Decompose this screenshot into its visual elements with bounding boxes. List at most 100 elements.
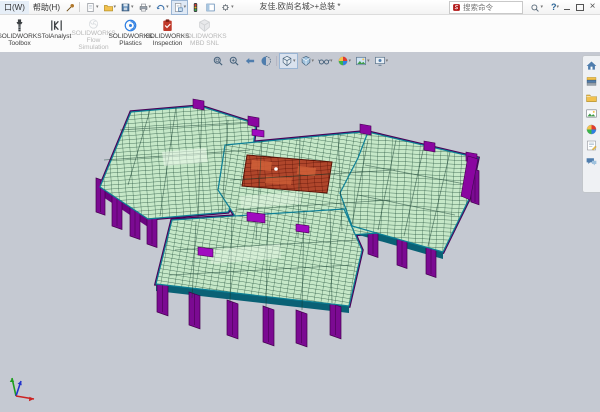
print-icon bbox=[138, 2, 149, 13]
minimize-button[interactable] bbox=[560, 1, 573, 13]
ribbon-item-inspection[interactable]: SOLIDWORKS Inspection bbox=[149, 16, 186, 52]
search-input[interactable] bbox=[463, 3, 509, 12]
appearances-scenes-icon bbox=[585, 123, 598, 136]
ribbon-item-label: SOLIDWORKS Toolbox bbox=[0, 33, 42, 47]
section-view-button[interactable] bbox=[258, 53, 274, 69]
file-properties-button[interactable]: ▾ bbox=[171, 0, 189, 15]
undo-button[interactable]: ▾ bbox=[153, 0, 171, 15]
toolbar-separator bbox=[79, 2, 80, 12]
solidworks-resources-home-button[interactable] bbox=[584, 58, 599, 73]
menu-item-help[interactable]: 帮助(H) bbox=[29, 1, 64, 14]
print-button[interactable]: ▾ bbox=[136, 0, 154, 15]
ribbon-item-tolanalyst[interactable]: TolAnalyst bbox=[38, 16, 75, 52]
appearances-scenes-button[interactable] bbox=[584, 122, 599, 137]
caret-down-icon: ▾ bbox=[131, 1, 134, 14]
addins-ribbon: SOLIDWORKS ToolboxTolAnalystSOLIDWORKS F… bbox=[0, 15, 600, 53]
display-style-button[interactable]: ▾ bbox=[298, 53, 317, 69]
section-view-icon bbox=[260, 55, 272, 67]
display-style-icon bbox=[300, 55, 312, 67]
zoom-area-icon bbox=[228, 55, 240, 67]
settings-gear-icon bbox=[220, 2, 231, 13]
view-orientation-icon bbox=[281, 55, 293, 67]
previous-view-icon bbox=[244, 55, 256, 67]
view-settings-button[interactable]: ▾ bbox=[372, 53, 391, 69]
search-options-button[interactable]: ▾ bbox=[530, 1, 543, 14]
apply-scene-button[interactable]: ▾ bbox=[353, 53, 372, 69]
menu-item-window[interactable]: 口(W) bbox=[0, 1, 29, 14]
tolanalyst-icon bbox=[49, 18, 64, 33]
hide-show-items-button[interactable]: ▾ bbox=[316, 53, 335, 69]
solidworks-window: 口(W)帮助(H) ▾▾▾▾▾▾▾ 友佳.欧尚名城>+总装 * ▾ ? ▾ × … bbox=[0, 0, 600, 412]
solidworks-forum-button[interactable] bbox=[584, 154, 599, 169]
document-title: 友佳.欧尚名城>+总装 * bbox=[260, 0, 341, 14]
view-palette-button[interactable] bbox=[584, 106, 599, 121]
toolbar-separator bbox=[276, 56, 277, 66]
flow-simulation-icon bbox=[86, 18, 101, 30]
menubar: 口(W)帮助(H) bbox=[0, 1, 64, 14]
caret-down-icon: ▾ bbox=[330, 55, 333, 68]
edit-appearance-button[interactable]: ▾ bbox=[335, 53, 354, 69]
search-box[interactable] bbox=[449, 1, 523, 14]
formwork-assembly-model[interactable] bbox=[0, 52, 600, 412]
ribbon-item-label: TolAnalyst bbox=[42, 33, 72, 40]
zoom-fit-button[interactable] bbox=[210, 53, 226, 69]
options-panel-icon bbox=[205, 2, 216, 13]
caret-down-icon: ▾ bbox=[540, 1, 543, 14]
view-settings-icon bbox=[374, 55, 386, 67]
save-icon bbox=[120, 2, 131, 13]
custom-properties-icon bbox=[585, 139, 598, 152]
design-library-button[interactable] bbox=[584, 74, 599, 89]
rebuild-traffic-light-icon bbox=[190, 2, 201, 13]
ribbon-item-label: SOLIDWORKS MBD SNL bbox=[182, 33, 226, 47]
hide-show-items-icon bbox=[318, 55, 330, 67]
headsup-view-toolbar: ▾▾▾▾▾▾ bbox=[210, 53, 390, 69]
caret-down-icon: ▾ bbox=[349, 55, 352, 68]
ribbon-item-mbd: SOLIDWORKS MBD SNL bbox=[186, 16, 223, 52]
solidworks-resources-home-icon bbox=[585, 59, 598, 72]
toolbox-icon bbox=[12, 18, 27, 33]
titlebar: 口(W)帮助(H) ▾▾▾▾▾▾▾ 友佳.欧尚名城>+总装 * ▾ ? ▾ × bbox=[0, 0, 600, 15]
help-button[interactable]: ? ▾ bbox=[551, 0, 559, 14]
ribbon-item-flow-simulation: SOLIDWORKS Flow Simulation bbox=[75, 16, 112, 52]
file-explorer-button[interactable] bbox=[584, 90, 599, 105]
new-button[interactable]: ▾ bbox=[83, 0, 101, 15]
close-icon: × bbox=[590, 2, 596, 12]
custom-properties-button[interactable] bbox=[584, 138, 599, 153]
search-icon bbox=[530, 3, 540, 13]
options-panel-button[interactable] bbox=[203, 0, 218, 15]
ribbon-item-toolbox[interactable]: SOLIDWORKS Toolbox bbox=[1, 16, 38, 52]
caret-down-icon: ▾ bbox=[312, 55, 315, 68]
restore-icon bbox=[576, 4, 584, 11]
settings-gear-button[interactable]: ▾ bbox=[218, 0, 236, 15]
file-explorer-icon bbox=[585, 91, 598, 104]
apply-scene-icon bbox=[355, 55, 367, 67]
open-button[interactable]: ▾ bbox=[101, 0, 119, 15]
design-library-icon bbox=[585, 75, 598, 88]
inspection-icon bbox=[160, 18, 175, 33]
new-icon bbox=[85, 2, 96, 13]
close-button[interactable]: × bbox=[586, 1, 599, 13]
caret-down-icon: ▾ bbox=[293, 55, 296, 68]
minimize-icon bbox=[564, 9, 570, 10]
window-controls: × bbox=[560, 0, 599, 14]
caret-down-icon: ▾ bbox=[184, 1, 187, 14]
restore-button[interactable] bbox=[573, 1, 586, 13]
view-orientation-button[interactable]: ▾ bbox=[279, 53, 298, 69]
open-icon bbox=[103, 2, 114, 13]
zoom-area-button[interactable] bbox=[226, 53, 242, 69]
caret-down-icon: ▾ bbox=[114, 1, 117, 14]
pin-icon[interactable] bbox=[64, 1, 76, 13]
caret-down-icon: ▾ bbox=[367, 55, 370, 68]
plastics-icon bbox=[123, 18, 138, 33]
solidworks-logo-icon bbox=[452, 3, 461, 12]
previous-view-button[interactable] bbox=[242, 53, 258, 69]
zoom-fit-icon bbox=[212, 55, 224, 67]
undo-icon bbox=[155, 2, 166, 13]
edit-appearance-icon bbox=[337, 55, 349, 67]
save-button[interactable]: ▾ bbox=[118, 0, 136, 15]
rebuild-traffic-light-button[interactable] bbox=[188, 0, 203, 15]
solidworks-forum-icon bbox=[585, 155, 598, 168]
graphics-area[interactable]: ▾▾▾▾▾▾ bbox=[0, 52, 600, 412]
ribbon-item-plastics[interactable]: SOLIDWORKS Plastics bbox=[112, 16, 149, 52]
file-properties-icon bbox=[173, 2, 184, 13]
